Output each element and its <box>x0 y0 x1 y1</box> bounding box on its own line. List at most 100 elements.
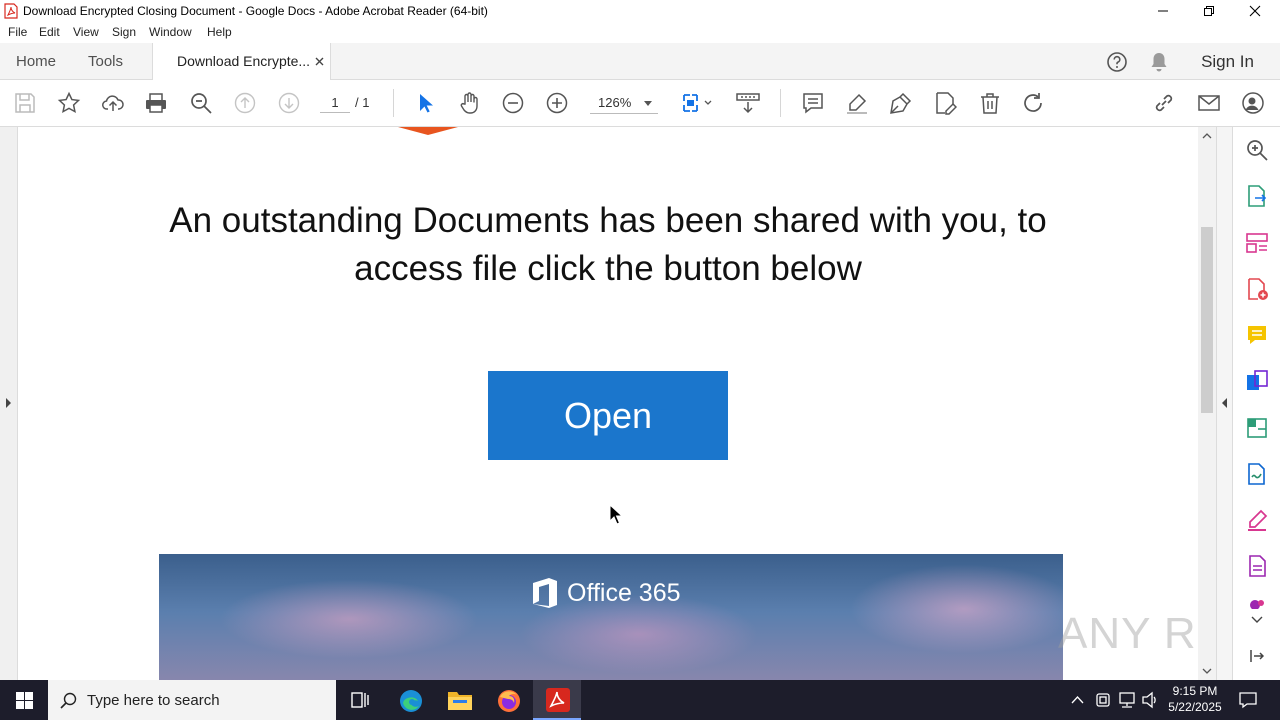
cursor-arrow-icon <box>420 94 433 113</box>
arrow-down-circle-icon <box>278 92 300 114</box>
find-button[interactable] <box>189 91 213 115</box>
save-button[interactable] <box>13 91 37 115</box>
comment-button[interactable] <box>801 91 825 115</box>
menu-view[interactable]: View <box>73 25 99 39</box>
edge-taskbar-button[interactable] <box>386 680 434 720</box>
rp-send-for-signature[interactable] <box>1245 462 1269 486</box>
printer-icon <box>146 93 166 113</box>
tray-overflow-chevron-icon[interactable] <box>1071 695 1084 704</box>
minimize-icon <box>1158 10 1168 12</box>
add-user-icon <box>1242 92 1264 114</box>
taskbar-clock[interactable]: 9:15 PM 5/22/2025 <box>1160 683 1230 715</box>
start-button[interactable] <box>0 680 48 720</box>
fill-sign-icon <box>1248 509 1268 531</box>
print-button[interactable] <box>144 91 168 115</box>
tab-document[interactable]: Download Encrypte... <box>152 43 331 81</box>
vertical-scrollbar[interactable] <box>1198 127 1216 680</box>
tab-tools[interactable]: Tools <box>88 43 123 80</box>
page-number-input[interactable] <box>320 93 350 113</box>
menu-window[interactable]: Window <box>149 25 192 39</box>
task-view-button[interactable] <box>336 680 384 720</box>
rp-search-tool[interactable] <box>1245 138 1269 162</box>
hand-tool-button[interactable] <box>457 91 481 115</box>
rp-edit-pdf[interactable] <box>1245 416 1269 440</box>
rp-organize-pages[interactable] <box>1245 231 1269 255</box>
banner-cloud <box>849 564 1063 654</box>
highlight-button[interactable] <box>845 91 869 115</box>
search-icon <box>60 692 77 709</box>
scroll-mode-button[interactable] <box>736 91 760 115</box>
window-title: Download Encrypted Closing Document - Go… <box>23 4 488 18</box>
maximize-button[interactable] <box>1186 0 1232 22</box>
collapse-pane-icon[interactable] <box>1250 649 1264 663</box>
zoom-in-button[interactable] <box>545 91 569 115</box>
taskbar-search-placeholder: Type here to search <box>87 692 220 709</box>
scroll-down-icon[interactable] <box>1202 668 1212 675</box>
zoom-level-select[interactable]: 126% <box>590 92 658 114</box>
network-icon[interactable] <box>1117 691 1137 709</box>
share-user-button[interactable] <box>1241 91 1265 115</box>
scrollbar-thumb[interactable] <box>1201 227 1213 413</box>
menu-file[interactable]: File <box>8 25 27 39</box>
send-signature-icon <box>1248 463 1265 485</box>
sign-in-link[interactable]: Sign In <box>1201 43 1254 80</box>
document-area[interactable]: An outstanding Documents has been shared… <box>0 127 1232 680</box>
sign-button[interactable] <box>889 91 913 115</box>
firefox-taskbar-button[interactable] <box>484 680 532 720</box>
right-tools-pane <box>1232 127 1280 680</box>
close-button[interactable] <box>1232 0 1278 22</box>
upload-button[interactable] <box>101 91 125 115</box>
acrobat-taskbar-button[interactable] <box>533 680 581 720</box>
menu-edit[interactable]: Edit <box>39 25 60 39</box>
page-fit-button[interactable] <box>681 91 715 115</box>
volume-icon[interactable] <box>1141 691 1159 709</box>
zoom-level-value: 126% <box>598 95 632 110</box>
help-icon[interactable] <box>1106 51 1128 73</box>
expand-left-arrow-icon <box>6 398 11 408</box>
device-tray-icon[interactable] <box>1095 691 1111 709</box>
rotate-button[interactable] <box>1021 91 1045 115</box>
office365-text: Office 365 <box>567 578 681 607</box>
email-button[interactable] <box>1197 91 1221 115</box>
restore-icon <box>1204 6 1214 16</box>
page-total: / 1 <box>355 95 370 110</box>
rp-create-pdf[interactable] <box>1245 277 1269 301</box>
bookmark-star-button[interactable] <box>57 91 81 115</box>
rp-export-pdf[interactable] <box>1245 184 1269 208</box>
zoom-out-button[interactable] <box>501 91 525 115</box>
notification-bell-icon[interactable] <box>1149 51 1169 73</box>
action-center-icon[interactable] <box>1238 690 1258 710</box>
menu-bar: File Edit View Sign Window Help <box>0 22 1280 43</box>
rp-comment[interactable] <box>1245 323 1269 347</box>
scroll-up-icon[interactable] <box>1202 132 1212 139</box>
taskbar-search-box[interactable]: Type here to search <box>48 680 336 720</box>
pen-nib-icon <box>890 92 912 114</box>
comment-icon <box>803 93 823 114</box>
next-page-button[interactable] <box>277 91 301 115</box>
menu-sign[interactable]: Sign <box>112 25 136 39</box>
share-link-button[interactable] <box>1152 91 1176 115</box>
edge-browser-icon <box>400 690 422 712</box>
select-tool-button[interactable] <box>413 91 437 115</box>
rp-fill-sign[interactable] <box>1245 508 1269 532</box>
menu-help[interactable]: Help <box>207 25 232 39</box>
chevron-down-icon[interactable] <box>1251 616 1263 624</box>
left-panel-toggle[interactable] <box>0 127 18 680</box>
file-explorer-taskbar-button[interactable] <box>435 680 483 720</box>
arrow-up-circle-icon <box>234 92 256 114</box>
tab-home[interactable]: Home <box>16 43 56 80</box>
clock-time: 9:15 PM <box>1172 684 1218 698</box>
zoom-in-icon <box>546 92 568 114</box>
rp-more-tools[interactable] <box>1245 554 1269 578</box>
delete-button[interactable] <box>978 91 1002 115</box>
clock-date: 5/22/2025 <box>1168 700 1222 714</box>
close-tab-icon[interactable] <box>315 57 324 66</box>
edit-pdf-button[interactable] <box>933 91 957 115</box>
right-panel-toggle[interactable] <box>1216 127 1232 680</box>
highlighter-icon <box>847 93 867 114</box>
link-icon <box>1155 94 1173 112</box>
rp-combine-files[interactable] <box>1245 369 1269 393</box>
open-document-button[interactable]: Open <box>488 371 728 460</box>
minimize-button[interactable] <box>1140 0 1186 22</box>
previous-page-button[interactable] <box>233 91 257 115</box>
